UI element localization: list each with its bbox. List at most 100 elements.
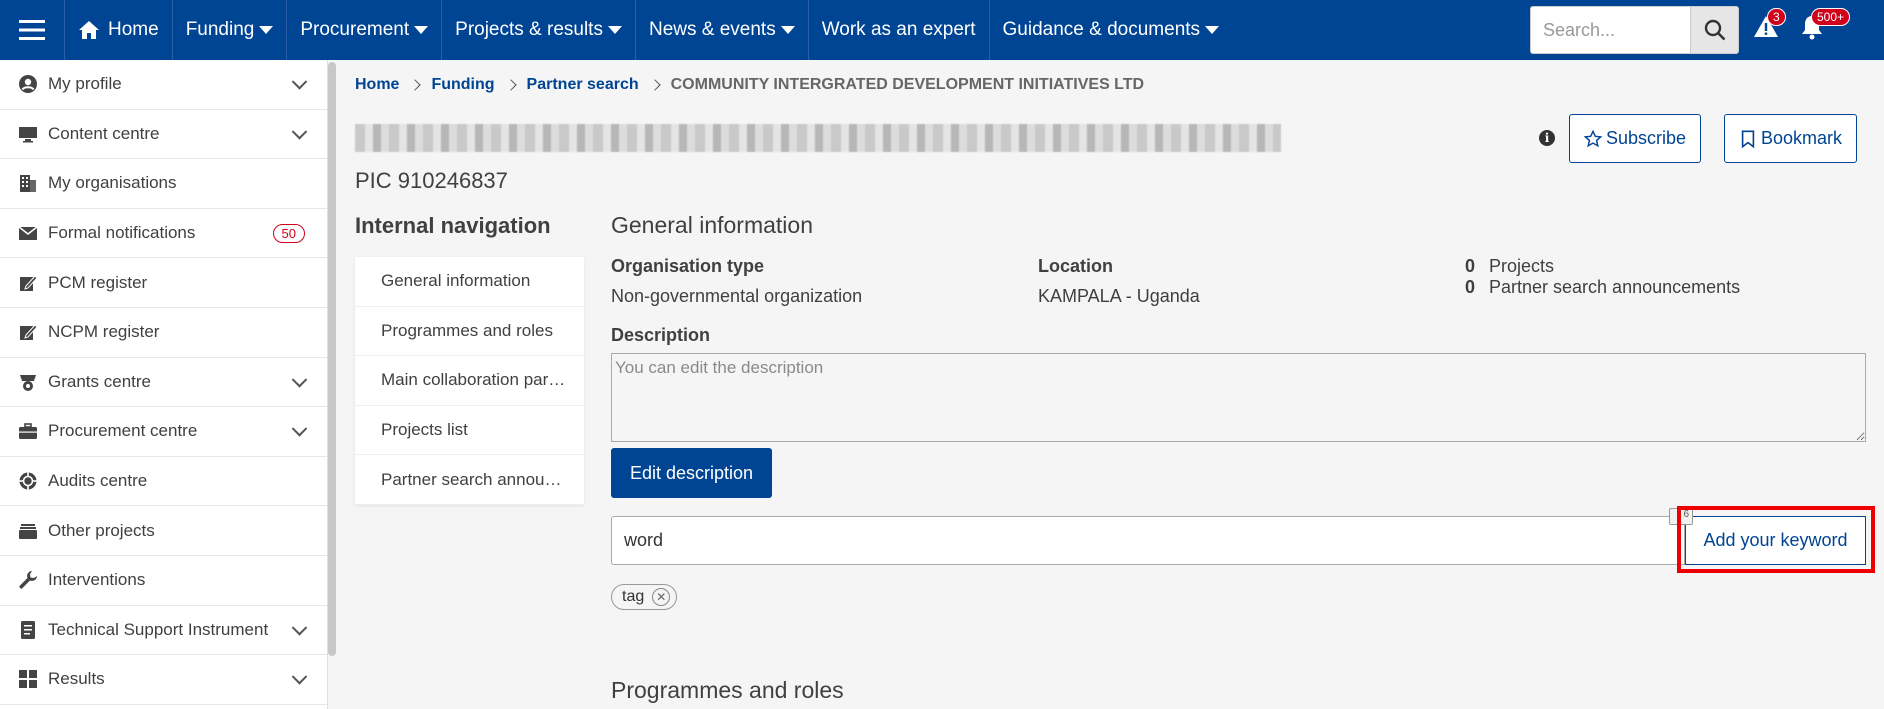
sidebar-item-procurement-centre[interactable]: Procurement centre [0,407,327,457]
sidebar-item-content-centre[interactable]: Content centre [0,110,327,160]
search-input[interactable] [1530,6,1690,54]
menu-icon[interactable] [0,0,64,60]
keyword-input[interactable] [611,516,1685,565]
remove-tag-icon[interactable]: ✕ [652,588,671,606]
subscribe-button[interactable]: Subscribe [1569,114,1702,163]
nav-guidance-documents-label: Guidance & documents [1002,19,1201,40]
intnav-partner-search-announcements[interactable]: Partner search announcements [355,455,584,505]
chevron-down-icon[interactable] [291,669,308,686]
search-icon [1704,19,1725,41]
nav-news-events[interactable]: News & events [634,0,808,60]
breadcrumb-partner-search[interactable]: Partner search [527,76,639,94]
sidebar-item-label: PCM register [48,272,148,292]
search-bar [1530,6,1739,54]
nav-procurement[interactable]: Procurement [286,0,441,60]
sidebar-item-label: Formal notifications [48,223,196,243]
breadcrumb-funding[interactable]: Funding [431,76,494,94]
chevron-down-icon[interactable] [291,371,308,388]
partner-search-count: 0 [1465,277,1476,297]
nav-work-as-expert-label: Work as an expert [821,19,976,40]
user-icon [18,74,38,94]
breadcrumb-current: COMMUNITY INTERGRATED DEVELOPMENT INITIA… [670,76,1145,93]
sidebar-item-formal-notifications[interactable]: Formal notifications 50 [0,209,327,259]
nav-news-events-label: News & events [648,19,776,40]
sidebar-item-ncpm-register[interactable]: NCPM register [0,308,327,358]
intnav-label: General information [381,271,531,291]
projects-stat: 0 Projects [1465,256,1554,277]
breadcrumb-home[interactable]: Home [355,76,399,94]
sidebar-item-label: Technical Support Instrument [48,619,269,639]
layers-icon [18,521,38,541]
subscribe-label: Subscribe [1606,128,1687,148]
description-label: Description [611,325,711,345]
sidebar-item-label: Other projects [48,520,155,540]
search-button[interactable] [1690,6,1739,54]
bookmark-icon [1741,130,1755,148]
general-information-title: General information [611,212,813,238]
alerts-count-badge: 3 [1767,8,1786,26]
intnav-general-information[interactable]: General information [355,257,584,307]
bookmark-button[interactable]: Bookmark [1724,114,1858,163]
caret-down-icon [607,26,622,34]
intnav-programmes-and-roles[interactable]: Programmes and roles [355,307,584,357]
notifications-button[interactable]: 500+ [1799,8,1851,45]
sidebar-item-label: Grants centre [48,371,151,391]
caret-down-icon [414,26,429,34]
internal-navigation-title: Internal navigation [355,213,551,238]
sidebar-item-label: Procurement centre [48,421,198,441]
sidebar-item-pcm-register[interactable]: PCM register [0,258,327,308]
sidebar-item-audits-centre[interactable]: Audits centre [0,457,327,507]
add-keyword-button[interactable]: Add your keyword [1685,516,1866,565]
chevron-down-icon[interactable] [291,74,308,90]
sidebar-item-interventions[interactable]: Interventions [0,556,327,606]
intnav-projects-list[interactable]: Projects list [355,406,584,456]
info-icon[interactable]: i [1539,130,1555,146]
chevron-right-icon [504,79,517,91]
building-icon [18,173,38,193]
crosshair-icon [18,471,38,491]
nav-guidance-documents[interactable]: Guidance & documents [988,0,1233,60]
sidebar-item-grants-centre[interactable]: Grants centre [0,358,327,408]
sidebar-scrollbar[interactable] [328,62,336,656]
keyword-counter: 6 [1669,508,1693,525]
intnav-label: Programmes and roles [381,320,553,340]
top-navigation-bar: Home Funding Procurement Projects & resu… [0,0,1884,60]
grants-icon [18,372,38,392]
notifications-badge: 50 [272,223,305,243]
briefcase-icon [18,421,38,441]
nav-work-as-expert[interactable]: Work as an expert [807,0,989,60]
location-label: Location [1038,256,1113,276]
sidebar-item-my-profile[interactable]: My profile [0,60,327,110]
pic-number: PIC 910246837 [355,168,508,193]
envelope-icon [18,223,38,243]
monitor-icon [18,124,38,144]
internal-navigation: General information Programmes and roles… [355,257,584,505]
projects-label: Projects [1489,256,1555,276]
chevron-down-icon[interactable] [291,421,308,438]
description-textarea[interactable] [611,353,1866,442]
chevron-down-icon[interactable] [291,123,308,140]
breadcrumb: Home Funding Partner search COMMUNITY IN… [355,76,1144,94]
sidebar: My profile Content centre My organisatio… [0,60,328,709]
edit-description-button[interactable]: Edit description [611,448,772,498]
sidebar-item-other-projects[interactable]: Other projects [0,506,327,556]
sidebar-item-results[interactable]: Results [0,655,327,705]
edit-icon [18,322,38,342]
nav-funding[interactable]: Funding [171,0,287,60]
intnav-label: Main collaboration partners [381,370,568,390]
sidebar-item-my-organisations[interactable]: My organisations [0,159,327,209]
alerts-button[interactable]: 3 [1753,8,1786,45]
nav-projects-results[interactable]: Projects & results [441,0,635,60]
wrench-icon [18,570,38,590]
intnav-label: Partner search announcements [381,469,568,489]
intnav-main-collaboration-partners[interactable]: Main collaboration partners [355,356,584,406]
sidebar-item-label: Content centre [48,123,160,143]
caret-down-icon [780,26,795,34]
sidebar-item-label: Interventions [48,570,146,590]
nav-procurement-label: Procurement [300,19,410,40]
sidebar-item-technical-support-instrument[interactable]: Technical Support Instrument [0,606,327,656]
organisation-type-label: Organisation type [611,256,765,276]
nav-home[interactable]: Home [64,0,172,60]
organisation-type-value: Non-governmental organization [611,286,863,306]
chevron-down-icon[interactable] [291,619,308,636]
